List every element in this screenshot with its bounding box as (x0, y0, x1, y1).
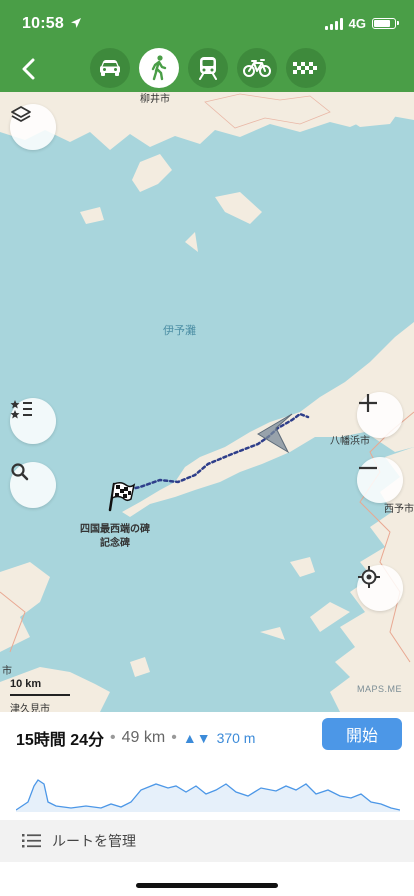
mode-car-button[interactable] (90, 48, 130, 88)
bookmarks-button[interactable] (10, 398, 56, 444)
my-location-button[interactable] (357, 565, 403, 611)
route-summary: 15時間 24分 • 49 km • ▲▼ 370 m (16, 726, 255, 750)
map-canvas (0, 92, 414, 712)
layers-icon (11, 106, 31, 122)
zoom-in-button[interactable] (357, 392, 403, 438)
mode-walk-button[interactable] (139, 48, 179, 88)
separator-dot: • (171, 729, 177, 746)
mode-bicycle-button[interactable] (237, 48, 277, 88)
route-panel: 15時間 24分 • 49 km • ▲▼ 370 m 開始 ルートを管理 (0, 712, 414, 896)
chevron-left-icon (22, 58, 35, 80)
manage-route-button[interactable]: ルートを管理 (0, 820, 414, 862)
mode-train-button[interactable] (188, 48, 228, 88)
route-duration: 15時間 24分 (16, 732, 105, 749)
status-bar: 10:58 4G (0, 0, 414, 46)
map-scale-bar (10, 694, 70, 696)
walk-icon (151, 55, 167, 81)
transport-mode-bar (0, 46, 414, 92)
bicycle-icon (243, 59, 271, 77)
status-time: 10:58 (22, 15, 64, 32)
signal-icon (324, 17, 343, 30)
status-indicators: 4G (324, 16, 399, 31)
route-distance: 49 km (121, 729, 166, 746)
bookmarks-list-icon (10, 400, 32, 419)
list-icon (22, 834, 41, 848)
zoom-out-button[interactable] (357, 457, 403, 503)
map-label-seiyo: 西予市 (384, 504, 414, 515)
elevation-profile (16, 779, 400, 812)
search-button[interactable] (10, 462, 56, 508)
minus-icon (359, 466, 377, 470)
battery-icon (372, 18, 399, 29)
manage-route-label: ルートを管理 (52, 833, 136, 849)
transport-modes (90, 48, 326, 88)
train-icon (199, 57, 217, 80)
search-icon (11, 463, 29, 481)
map-label-top-city: 柳井市 (140, 94, 170, 105)
map-label-yawatahama: 八幡浜市 (330, 436, 370, 447)
taxi-icon (293, 62, 317, 74)
map-attribution: MAPS.ME (356, 684, 402, 694)
home-indicator (136, 883, 278, 888)
map-label-sea: 伊予灘 (163, 325, 196, 337)
start-button[interactable]: 開始 (322, 718, 402, 750)
landmark-label-line1: 四国最西端の碑 (80, 524, 150, 535)
back-button[interactable] (12, 52, 46, 86)
landmark-label-line2: 記念碑 (100, 538, 130, 549)
elevation-arrows-icon: ▲▼ (182, 730, 211, 746)
separator-dot: • (110, 729, 116, 746)
plus-icon (359, 394, 377, 412)
map-view[interactable]: 柳井市 伊予灘 八幡浜市 西予市 市 津久見市 四国最西端の碑 記念碑 (0, 92, 414, 712)
locate-icon (358, 566, 380, 588)
network-label: 4G (348, 16, 366, 31)
map-scale-label: 10 km (10, 678, 42, 690)
map-label-tsukumi: 津久見市 (10, 704, 50, 712)
car-icon (100, 60, 120, 76)
location-arrow-icon (70, 16, 82, 34)
layers-button[interactable] (10, 104, 56, 150)
map-label-left-city: 市 (2, 666, 12, 677)
mode-taxi-button[interactable] (286, 48, 326, 88)
route-elevation: 370 m (216, 730, 256, 746)
battery-fill (374, 20, 391, 27)
